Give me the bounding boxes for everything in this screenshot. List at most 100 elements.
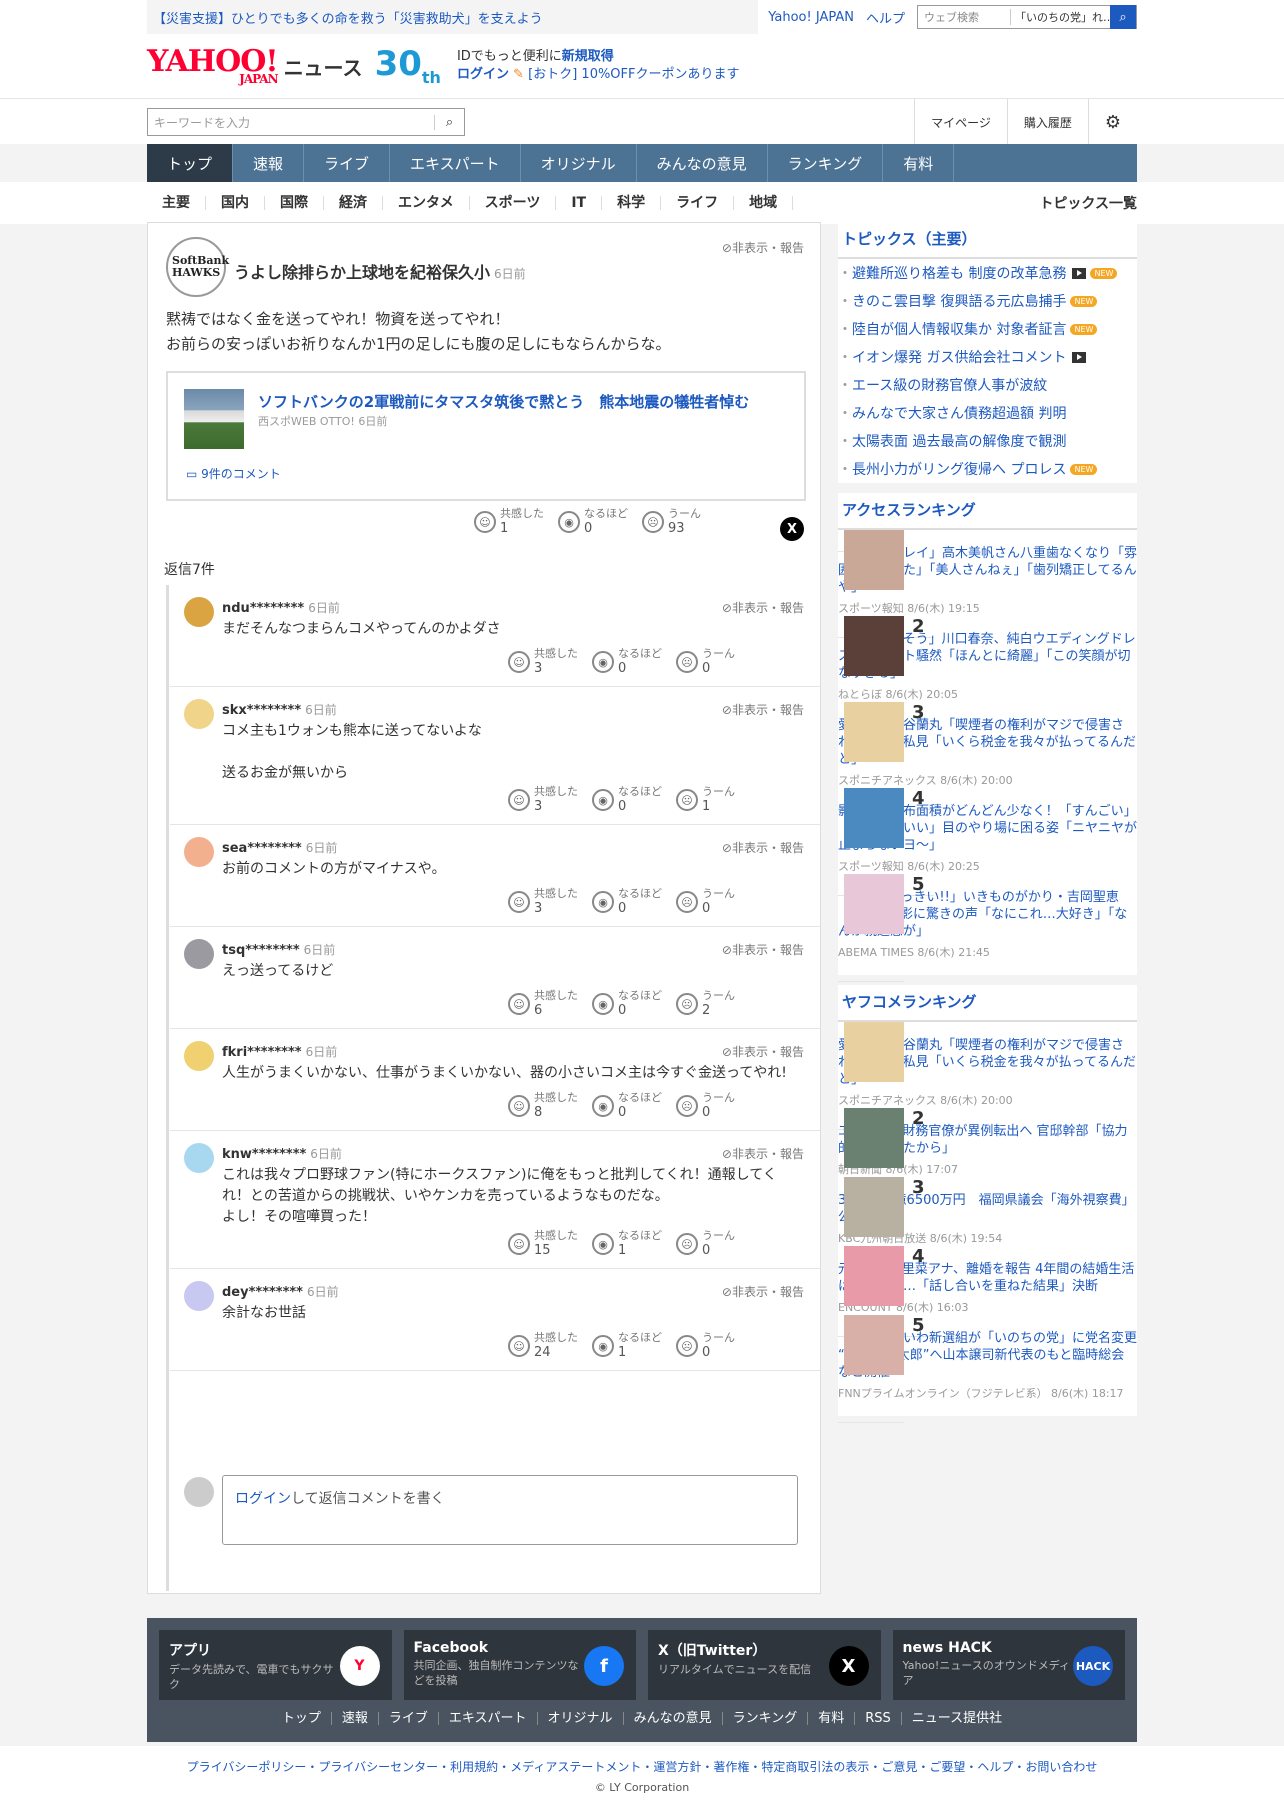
hide-report-link[interactable]: ⊘非表示・報告 xyxy=(722,239,804,256)
topic-item-3[interactable]: イオン爆発 ガス供給会社コメント xyxy=(838,343,1137,371)
category-tab-3[interactable]: 経済 xyxy=(324,196,383,210)
footer-app-3[interactable]: news HACK Yahoo!ニュースのオウンドメディア HACK xyxy=(892,1630,1125,1700)
legal-links[interactable]: プライバシーポリシー・プライバシーセンター・利用規約・メディアステートメント・運… xyxy=(0,1758,1284,1775)
topic-item-6[interactable]: 太陽表面 過去最高の解像度で観測 xyxy=(838,427,1137,455)
reaction-button[interactable]: ☹ うーん 2 xyxy=(676,989,735,1018)
footer-link-4[interactable]: オリジナル xyxy=(538,1712,624,1725)
ranking-item[interactable]: 5「わぁ!!おっきい!!」いきものがかり・吉岡聖恵（42）、近影に驚きの声「なに… xyxy=(838,868,1137,982)
article-title[interactable]: ソフトバンクの2軍戦前にタマスタ筑後で黙とう 熊本地震の犠牲者悼む xyxy=(258,391,749,412)
reaction-button[interactable]: ☺ 共感した 1 xyxy=(474,507,544,536)
composer-login-link[interactable]: ログイン xyxy=(235,1491,291,1507)
nav-tab-5[interactable]: みんなの意見 xyxy=(637,144,768,182)
reaction-button[interactable]: ◉ なるほど 0 xyxy=(558,507,628,536)
reaction-button[interactable]: ☹ うーん 0 xyxy=(676,887,735,916)
category-tab-6[interactable]: IT xyxy=(556,196,603,210)
nav-tab-2[interactable]: ライブ xyxy=(304,144,391,182)
nav-tab-3[interactable]: エキスパート xyxy=(390,144,521,182)
yahoo-japan-logo[interactable]: YAHOO! JAPAN xyxy=(147,47,279,86)
category-tab-0[interactable]: 主要 xyxy=(147,196,206,210)
category-tab-1[interactable]: 国内 xyxy=(206,196,265,210)
footer-link-3[interactable]: エキスパート xyxy=(439,1712,538,1725)
purchase-history-link[interactable]: 購入履歴 xyxy=(1006,99,1088,145)
reaction-button[interactable]: ☹ うーん 0 xyxy=(676,1331,735,1360)
topic-item-0[interactable]: 避難所巡り格差も 制度の改革急務 NEW xyxy=(838,259,1137,287)
reaction-button[interactable]: ◉ なるほど 0 xyxy=(592,647,662,676)
footer-link-0[interactable]: トップ xyxy=(272,1712,332,1725)
web-search-button[interactable]: ⌕ xyxy=(1110,5,1136,29)
footer-link-6[interactable]: ランキング xyxy=(723,1712,809,1725)
news-logo[interactable]: ニュース xyxy=(284,52,363,81)
nav-tab-0[interactable]: トップ xyxy=(147,144,234,182)
reaction-button[interactable]: ☺ 共感した 24 xyxy=(508,1331,578,1360)
hide-report-link[interactable]: ⊘非表示・報告 xyxy=(722,1043,804,1060)
gear-icon[interactable]: ⚙ xyxy=(1087,99,1137,145)
nav-tab-1[interactable]: 速報 xyxy=(233,144,305,182)
reaction-button[interactable]: ◉ なるほど 0 xyxy=(592,785,662,814)
article-card[interactable]: ソフトバンクの2軍戦前にタマスタ筑後で黙とう 熊本地震の犠牲者悼む 西スポWEB… xyxy=(166,371,806,501)
reaction-button[interactable]: ☹ うーん 0 xyxy=(676,1229,735,1258)
reaction-button[interactable]: ☺ 共感した 3 xyxy=(508,647,578,676)
new-badge: NEW xyxy=(1070,323,1098,335)
category-tab-4[interactable]: エンタメ xyxy=(383,196,470,210)
reaction-button[interactable]: ◉ なるほど 0 xyxy=(592,1091,662,1120)
footer-link-2[interactable]: ライブ xyxy=(379,1712,439,1725)
reaction-button[interactable]: ☺ 共感した 3 xyxy=(508,887,578,916)
footer-link-5[interactable]: みんなの意見 xyxy=(624,1712,723,1725)
coupon-link[interactable]: [おトク] 10%OFFクーポンあります xyxy=(528,67,739,82)
reaction-info: なるほど 1 xyxy=(618,1331,662,1360)
article-comments-link[interactable]: ▭ 9件のコメント xyxy=(186,465,281,482)
nav-tab-7[interactable]: 有料 xyxy=(883,144,955,182)
reaction-button[interactable]: ◉ なるほど 1 xyxy=(592,1229,662,1258)
category-tab-9[interactable]: 地域 xyxy=(734,196,794,210)
reaction-button[interactable]: ☺ 共感した 15 xyxy=(508,1229,578,1258)
keyword-input[interactable]: キーワードを入力 xyxy=(148,114,434,131)
footer-app-0[interactable]: アプリ データ先読みで、電車でもサクサク Y xyxy=(159,1630,392,1700)
web-search-suggestion[interactable]: 「いのちの党」れ… xyxy=(1010,9,1110,25)
reaction-button[interactable]: ◉ なるほど 0 xyxy=(592,887,662,916)
footer-link-7[interactable]: 有料 xyxy=(808,1712,856,1725)
footer-app-1[interactable]: Facebook 共同企画、独自制作コンテンツなどを投稿 f xyxy=(403,1630,636,1700)
reaction-button[interactable]: ◉ なるほど 1 xyxy=(592,1331,662,1360)
hide-report-link[interactable]: ⊘非表示・報告 xyxy=(722,701,804,718)
footer-app-2[interactable]: X（旧Twitter） リアルタイムでニュースを配信 X xyxy=(648,1630,881,1700)
reaction-button[interactable]: ◉ なるほど 0 xyxy=(592,989,662,1018)
x-share-button[interactable]: X xyxy=(780,517,804,541)
hide-report-link[interactable]: ⊘非表示・報告 xyxy=(722,1145,804,1162)
search-icon[interactable]: ⌕ xyxy=(434,114,464,130)
hide-report-link[interactable]: ⊘非表示・報告 xyxy=(722,599,804,616)
category-tab-7[interactable]: 科学 xyxy=(602,196,662,210)
category-tab-2[interactable]: 国際 xyxy=(265,196,324,210)
footer-link-1[interactable]: 速報 xyxy=(332,1712,379,1725)
disaster-support-banner[interactable]: 【災害支援】ひとりでも多くの命を救う「災害救助犬」を支えよう xyxy=(147,0,759,34)
reaction-button[interactable]: ☹ うーん 1 xyxy=(676,785,735,814)
ranking-item[interactable]: 5 【速報】れいわ新選組が「いのちの党」に党名変更 “脱・山本太郎”へ山本譲司新代… xyxy=(838,1309,1137,1423)
topic-item-5[interactable]: みんなで大家さん債務超過額 判明 xyxy=(838,399,1137,427)
hide-report-link[interactable]: ⊘非表示・報告 xyxy=(722,1283,804,1300)
reaction-button[interactable]: ☹ うーん 93 xyxy=(642,507,701,536)
topic-item-7[interactable]: 長州小力がリング復帰へ プロレスNEW xyxy=(838,455,1137,483)
yahoo-japan-link[interactable]: Yahoo! JAPAN xyxy=(768,10,854,25)
hide-report-link[interactable]: ⊘非表示・報告 xyxy=(722,839,804,856)
footer-link-8[interactable]: RSS xyxy=(855,1712,902,1725)
reaction-button[interactable]: ☹ うーん 0 xyxy=(676,647,735,676)
footer-link-9[interactable]: ニュース提供社 xyxy=(902,1712,1012,1725)
hide-report-link[interactable]: ⊘非表示・報告 xyxy=(722,941,804,958)
mypage-link[interactable]: マイページ xyxy=(914,99,1007,145)
web-search-input[interactable]: ウェブ検索 xyxy=(918,9,1010,25)
signup-link[interactable]: 新規取得 xyxy=(562,49,614,64)
nav-tab-6[interactable]: ランキング xyxy=(768,144,884,182)
reaction-button[interactable]: ☺ 共感した 3 xyxy=(508,785,578,814)
reaction-button[interactable]: ☺ 共感した 6 xyxy=(508,989,578,1018)
topic-item-1[interactable]: きのこ雲目撃 復興語る元広島捕手NEW xyxy=(838,287,1137,315)
nav-tab-4[interactable]: オリジナル xyxy=(521,144,637,182)
topic-item-4[interactable]: エース級の財務官僚人事が波紋 xyxy=(838,371,1137,399)
category-tab-5[interactable]: スポーツ xyxy=(470,196,557,210)
reaction-button[interactable]: ☹ うーん 0 xyxy=(676,1091,735,1120)
topic-item-2[interactable]: 陸自が個人情報収集か 対象者証言NEW xyxy=(838,315,1137,343)
login-link[interactable]: ログイン xyxy=(457,67,509,82)
reaction-button[interactable]: ☺ 共感した 8 xyxy=(508,1091,578,1120)
topics-list-link[interactable]: トピックス一覧 xyxy=(1039,193,1137,213)
reply-input[interactable]: ログインして返信コメントを書く xyxy=(222,1475,798,1545)
category-tab-8[interactable]: ライフ xyxy=(661,196,735,210)
help-link[interactable]: ヘルプ xyxy=(866,8,905,27)
